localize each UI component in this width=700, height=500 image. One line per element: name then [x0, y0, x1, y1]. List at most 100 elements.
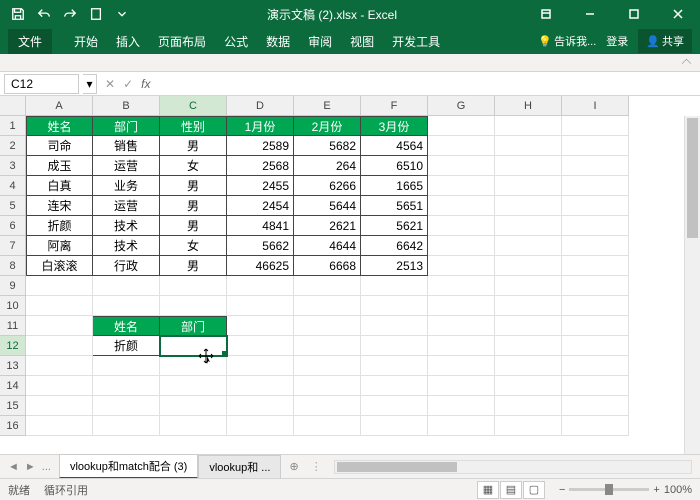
- login-link[interactable]: 登录: [606, 33, 628, 49]
- cell-A10[interactable]: [26, 296, 93, 316]
- cell-C16[interactable]: [160, 416, 227, 436]
- cell-B6[interactable]: 技术: [93, 216, 160, 236]
- cell-H16[interactable]: [495, 416, 562, 436]
- col-header-G[interactable]: G: [428, 96, 495, 116]
- cell-D1[interactable]: 1月份: [227, 116, 294, 136]
- row-header-3[interactable]: 3: [0, 156, 26, 176]
- cell-C15[interactable]: [160, 396, 227, 416]
- cell-I11[interactable]: [562, 316, 629, 336]
- cell-F2[interactable]: 4564: [361, 136, 428, 156]
- cell-G3[interactable]: [428, 156, 495, 176]
- cell-F6[interactable]: 5621: [361, 216, 428, 236]
- vertical-scrollbar-thumb[interactable]: [687, 118, 698, 238]
- cell-A6[interactable]: 折颜: [26, 216, 93, 236]
- cell-D10[interactable]: [227, 296, 294, 316]
- cell-F15[interactable]: [361, 396, 428, 416]
- cell-A12[interactable]: [26, 336, 93, 356]
- cell-H15[interactable]: [495, 396, 562, 416]
- cell-H6[interactable]: [495, 216, 562, 236]
- row-header-9[interactable]: 9: [0, 276, 26, 296]
- cell-D15[interactable]: [227, 396, 294, 416]
- cell-C11[interactable]: 部门: [160, 316, 227, 336]
- cell-B12[interactable]: 折颜: [93, 336, 160, 356]
- cell-I3[interactable]: [562, 156, 629, 176]
- column-headers[interactable]: ABCDEFGHI: [26, 96, 629, 116]
- cell-H7[interactable]: [495, 236, 562, 256]
- cell-E13[interactable]: [294, 356, 361, 376]
- tab-insert[interactable]: 插入: [116, 33, 140, 50]
- cell-C6[interactable]: 男: [160, 216, 227, 236]
- cell-F7[interactable]: 6642: [361, 236, 428, 256]
- cell-I10[interactable]: [562, 296, 629, 316]
- maximize-button[interactable]: [612, 0, 656, 28]
- cell-A4[interactable]: 白真: [26, 176, 93, 196]
- view-normal-button[interactable]: ▦: [477, 481, 499, 499]
- cell-B13[interactable]: [93, 356, 160, 376]
- row-header-4[interactable]: 4: [0, 176, 26, 196]
- cell-G9[interactable]: [428, 276, 495, 296]
- cell-H11[interactable]: [495, 316, 562, 336]
- cell-D4[interactable]: 2455: [227, 176, 294, 196]
- cell-A1[interactable]: 姓名: [26, 116, 93, 136]
- qat-dropdown[interactable]: [110, 2, 134, 26]
- cell-E16[interactable]: [294, 416, 361, 436]
- row-header-14[interactable]: 14: [0, 376, 26, 396]
- cell-H3[interactable]: [495, 156, 562, 176]
- col-header-F[interactable]: F: [361, 96, 428, 116]
- cell-I4[interactable]: [562, 176, 629, 196]
- cell-A13[interactable]: [26, 356, 93, 376]
- cell-B15[interactable]: [93, 396, 160, 416]
- cell-A14[interactable]: [26, 376, 93, 396]
- cell-G5[interactable]: [428, 196, 495, 216]
- cell-E12[interactable]: [294, 336, 361, 356]
- cell-I5[interactable]: [562, 196, 629, 216]
- cell-A16[interactable]: [26, 416, 93, 436]
- cells-area[interactable]: 姓名部门性别1月份2月份3月份司命销售男258956824564成玉运营女256…: [26, 116, 629, 436]
- cell-A7[interactable]: 阿离: [26, 236, 93, 256]
- cell-A15[interactable]: [26, 396, 93, 416]
- horizontal-scrollbar[interactable]: [334, 460, 692, 474]
- cell-H13[interactable]: [495, 356, 562, 376]
- cell-I13[interactable]: [562, 356, 629, 376]
- row-header-2[interactable]: 2: [0, 136, 26, 156]
- cell-G11[interactable]: [428, 316, 495, 336]
- cell-G10[interactable]: [428, 296, 495, 316]
- sheet-tab-other[interactable]: vlookup和 ...: [198, 455, 281, 479]
- cell-C3[interactable]: 女: [160, 156, 227, 176]
- cell-G7[interactable]: [428, 236, 495, 256]
- cell-B8[interactable]: 行政: [93, 256, 160, 276]
- row-header-7[interactable]: 7: [0, 236, 26, 256]
- cell-I7[interactable]: [562, 236, 629, 256]
- redo-button[interactable]: [58, 2, 82, 26]
- cell-C10[interactable]: [160, 296, 227, 316]
- zoom-slider-thumb[interactable]: [605, 484, 613, 495]
- cell-G4[interactable]: [428, 176, 495, 196]
- cell-F11[interactable]: [361, 316, 428, 336]
- row-headers[interactable]: 12345678910111213141516: [0, 116, 26, 436]
- cell-H14[interactable]: [495, 376, 562, 396]
- col-header-D[interactable]: D: [227, 96, 294, 116]
- cell-A2[interactable]: 司命: [26, 136, 93, 156]
- cell-G6[interactable]: [428, 216, 495, 236]
- horizontal-scrollbar-thumb[interactable]: [337, 462, 457, 472]
- cell-D14[interactable]: [227, 376, 294, 396]
- spreadsheet-grid[interactable]: ABCDEFGHI 12345678910111213141516 姓名部门性别…: [0, 96, 700, 454]
- cell-F13[interactable]: [361, 356, 428, 376]
- cell-B2[interactable]: 销售: [93, 136, 160, 156]
- cell-A11[interactable]: [26, 316, 93, 336]
- cell-E10[interactable]: [294, 296, 361, 316]
- cell-F3[interactable]: 6510: [361, 156, 428, 176]
- zoom-in-button[interactable]: +: [653, 484, 659, 496]
- cell-E15[interactable]: [294, 396, 361, 416]
- cell-G14[interactable]: [428, 376, 495, 396]
- cell-E3[interactable]: 264: [294, 156, 361, 176]
- fx-icon[interactable]: fx: [141, 77, 150, 91]
- cell-F4[interactable]: 1665: [361, 176, 428, 196]
- cell-D6[interactable]: 4841: [227, 216, 294, 236]
- tab-home[interactable]: 开始: [74, 33, 98, 50]
- cell-D9[interactable]: [227, 276, 294, 296]
- cell-I15[interactable]: [562, 396, 629, 416]
- cell-D7[interactable]: 5662: [227, 236, 294, 256]
- cell-F5[interactable]: 5651: [361, 196, 428, 216]
- cell-C2[interactable]: 男: [160, 136, 227, 156]
